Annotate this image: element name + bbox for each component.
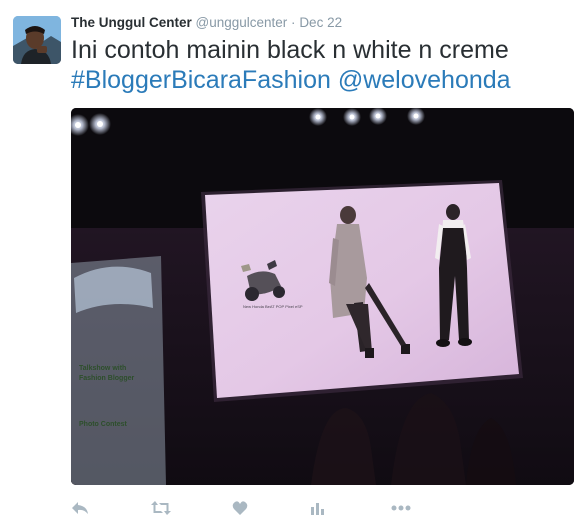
screen-caption: New Honda BeAT POP Pixel eSP — [243, 304, 303, 309]
more-button[interactable] — [391, 497, 411, 519]
tweet-actions — [71, 497, 511, 519]
retweet-button[interactable] — [150, 497, 172, 519]
author-avatar[interactable] — [13, 16, 61, 64]
reply-button[interactable] — [71, 497, 89, 519]
led-screen: New Honda BeAT POP Pixel eSP — [201, 180, 523, 402]
author-name[interactable]: The Unggul Center — [71, 15, 192, 30]
side-banner: Talkshow with Fashion Blogger Photo Cont… — [71, 256, 166, 485]
tweet-card: The Unggul Center @unggulcenter · Dec 22… — [0, 0, 585, 529]
hashtag-link[interactable]: #BloggerBicaraFashion — [71, 66, 331, 94]
like-button[interactable] — [232, 497, 248, 519]
tweet-photo[interactable]: Talkshow with Fashion Blogger Photo Cont… — [71, 108, 574, 485]
banner-line-2: Fashion Blogger — [79, 375, 135, 382]
analytics-icon — [311, 503, 324, 515]
analytics-button[interactable] — [309, 497, 325, 519]
header-separator: · — [291, 15, 296, 30]
mention-link[interactable]: @welovehonda — [338, 66, 511, 94]
tweet-text: Ini contoh mainin black n white n creme … — [71, 35, 576, 95]
tweet-timestamp[interactable]: Dec 22 — [299, 15, 342, 30]
like-icon — [232, 501, 248, 515]
more-icon — [391, 505, 411, 511]
tweet-text-body: Ini contoh mainin black n white n creme — [71, 36, 509, 64]
banner-line-1: Talkshow with — [79, 365, 126, 372]
banner-line-3: Photo Contest — [79, 421, 127, 428]
tweet-header: The Unggul Center @unggulcenter · Dec 22 — [71, 14, 342, 32]
author-handle[interactable]: @unggulcenter — [196, 15, 288, 30]
reply-icon — [72, 502, 88, 514]
retweet-icon — [151, 501, 171, 515]
